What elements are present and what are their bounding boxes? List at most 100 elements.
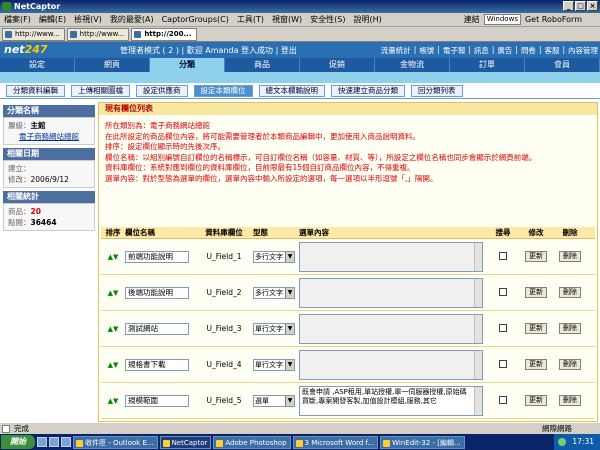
tab-edit-category[interactable]: 分類資料編輯 [6,85,65,97]
update-button[interactable]: 更新 [525,251,547,262]
menu-security[interactable]: 安全性(S) [310,14,345,25]
sort-arrows-icon[interactable]: ▲▼ [108,253,119,261]
menu-window[interactable]: 視窗(W) [272,14,302,25]
chevron-down-icon[interactable]: ▼ [285,251,294,262]
tray-icon[interactable] [558,438,567,446]
options-textarea[interactable] [299,313,483,344]
task-photoshop[interactable]: Adobe Photoshop [213,435,291,449]
admin-info[interactable]: 管理者模式 ( 2 ) | 歡迎 Amanda 登入成功 | 登出 [120,45,297,56]
nav-members[interactable]: 會員 [525,58,600,72]
quicklaunch-desktop-icon[interactable] [37,437,47,447]
field-type-select[interactable]: 多行文字 ▼ [253,250,295,263]
minimize-icon[interactable]: _ [563,1,574,11]
textarea-scrollbar[interactable] [474,350,482,379]
menu-file[interactable]: 檔案(F) [4,14,31,25]
header-link-support[interactable]: 客服 [544,45,559,56]
field-type-select[interactable]: 單行文字 ▼ [253,322,295,335]
nav-categories[interactable]: 分類 [150,58,225,72]
options-textarea[interactable]: 既會申請 ,ASP租用,單站授權,單一伺服器授權,原始碼買斷,專案開發客製,加值… [299,385,483,416]
nav-pages[interactable]: 網頁 [75,58,150,72]
header-link-account[interactable]: 帳號 [419,45,434,56]
task-word[interactable]: 3 Microsoft Word f... [292,435,379,449]
searchable-checkbox[interactable] [499,323,507,332]
browser-tab[interactable]: http://www... [66,28,130,41]
nav-orders[interactable]: 訂單 [450,58,525,72]
header-link-newsletter[interactable]: 電子報 [443,45,466,56]
roboform-button[interactable]: Get RoboForm [525,15,582,24]
menu-help[interactable]: 說明(H) [353,14,381,25]
searchable-checkbox[interactable] [499,359,507,368]
browser-tab[interactable]: http://www... [2,28,65,41]
header-link-content[interactable]: 內容管理 [568,45,598,56]
field-type-select[interactable]: 選單 ▼ [253,394,295,407]
options-textarea[interactable] [299,241,483,272]
chevron-down-icon[interactable]: ▼ [285,323,294,334]
header-link-ads[interactable]: 廣告 [497,45,512,56]
chevron-down-icon[interactable]: ▼ [285,287,294,298]
delete-button[interactable]: 刪除 [559,323,581,334]
task-winedit[interactable]: WinEdit-32 - [編輯... [380,435,465,449]
menu-favorites[interactable]: 我的最愛(A) [110,14,154,25]
instructions: 所在類別為：電子商務網站總館 在此所設定的商品欄位內容，將可能需要管理者於本類商… [105,121,591,184]
delete-button[interactable]: 刪除 [559,359,581,370]
menu-view[interactable]: 檢視(V) [74,14,102,25]
quicklaunch-browser-icon[interactable] [49,437,59,447]
quicklaunch-mail-icon[interactable] [61,437,71,447]
sort-arrows-icon[interactable]: ▲▼ [108,397,119,405]
textarea-scrollbar[interactable] [474,314,482,343]
maximize-icon[interactable]: □ [575,1,586,11]
tab-text-fields[interactable]: 總文本欄輸說明 [258,85,325,97]
sort-arrows-icon[interactable]: ▲▼ [108,325,119,333]
field-name-input[interactable]: 前端功能說明 [125,250,189,263]
field-name-input[interactable]: 後端功能說明 [125,286,189,299]
browser-tab-active[interactable]: http://200... [131,28,197,41]
textarea-scrollbar[interactable] [474,386,482,415]
options-textarea[interactable] [299,349,483,380]
field-name-input[interactable]: 規模範圍 [125,394,189,407]
chevron-down-icon[interactable]: ▼ [285,395,294,406]
update-button[interactable]: 更新 [525,287,547,298]
tab-quick-create[interactable]: 快速建立商品分類 [331,85,405,97]
sort-arrows-icon[interactable]: ▲▼ [108,361,119,369]
delete-button[interactable]: 刪除 [559,395,581,406]
tab-upload-images[interactable]: 上傳相關圖檔 [71,85,130,97]
menu-edit[interactable]: 編輯(E) [39,14,66,25]
windows-search-box[interactable]: Windows [483,14,521,25]
searchable-checkbox[interactable] [499,287,507,296]
nav-payment-logistics[interactable]: 金物流 [375,58,450,72]
field-name-input[interactable]: 測試網站 [125,322,189,335]
nav-settings[interactable]: 設定 [0,58,75,72]
nav-promotions[interactable]: 促銷 [300,58,375,72]
menu-captorgroups[interactable]: CaptorGroups(C) [162,15,229,24]
close-icon[interactable]: × [587,1,598,11]
textarea-scrollbar[interactable] [474,242,482,271]
task-outlook[interactable]: 收件匣 - Outlook E... [73,435,158,449]
tab-back-to-list[interactable]: 回分類列表 [411,85,463,97]
header-link-traffic[interactable]: 流量統計 [381,45,411,56]
site-logo[interactable]: net247 [4,43,48,56]
header-link-messages[interactable]: 訊息 [474,45,489,56]
update-button[interactable]: 更新 [525,359,547,370]
field-type-select[interactable]: 單行文字 ▼ [253,358,295,371]
links-label[interactable]: 連結 [464,14,480,25]
category-link[interactable]: 電子商務網站總館 [8,131,90,142]
tab-suppliers[interactable]: 設定供應商 [136,85,188,97]
update-button[interactable]: 更新 [525,323,547,334]
header-link-survey[interactable]: 問卷 [521,45,536,56]
start-button[interactable]: 開始 [1,435,35,449]
field-type-select[interactable]: 多行文字 ▼ [253,286,295,299]
textarea-scrollbar[interactable] [474,278,482,307]
update-button[interactable]: 更新 [525,395,547,406]
delete-button[interactable]: 刪除 [559,287,581,298]
searchable-checkbox[interactable] [499,251,507,260]
menu-tools[interactable]: 工具(T) [237,14,264,25]
tab-category-fields[interactable]: 設定本類欄位 [193,85,253,97]
nav-products[interactable]: 商品 [225,58,300,72]
sort-arrows-icon[interactable]: ▲▼ [108,289,119,297]
task-netcaptor[interactable]: NetCaptor [159,435,212,449]
delete-button[interactable]: 刪除 [559,251,581,262]
options-textarea[interactable] [299,277,483,308]
chevron-down-icon[interactable]: ▼ [285,359,294,370]
field-name-input[interactable]: 規格書下載 [125,358,189,371]
searchable-checkbox[interactable] [499,395,507,404]
